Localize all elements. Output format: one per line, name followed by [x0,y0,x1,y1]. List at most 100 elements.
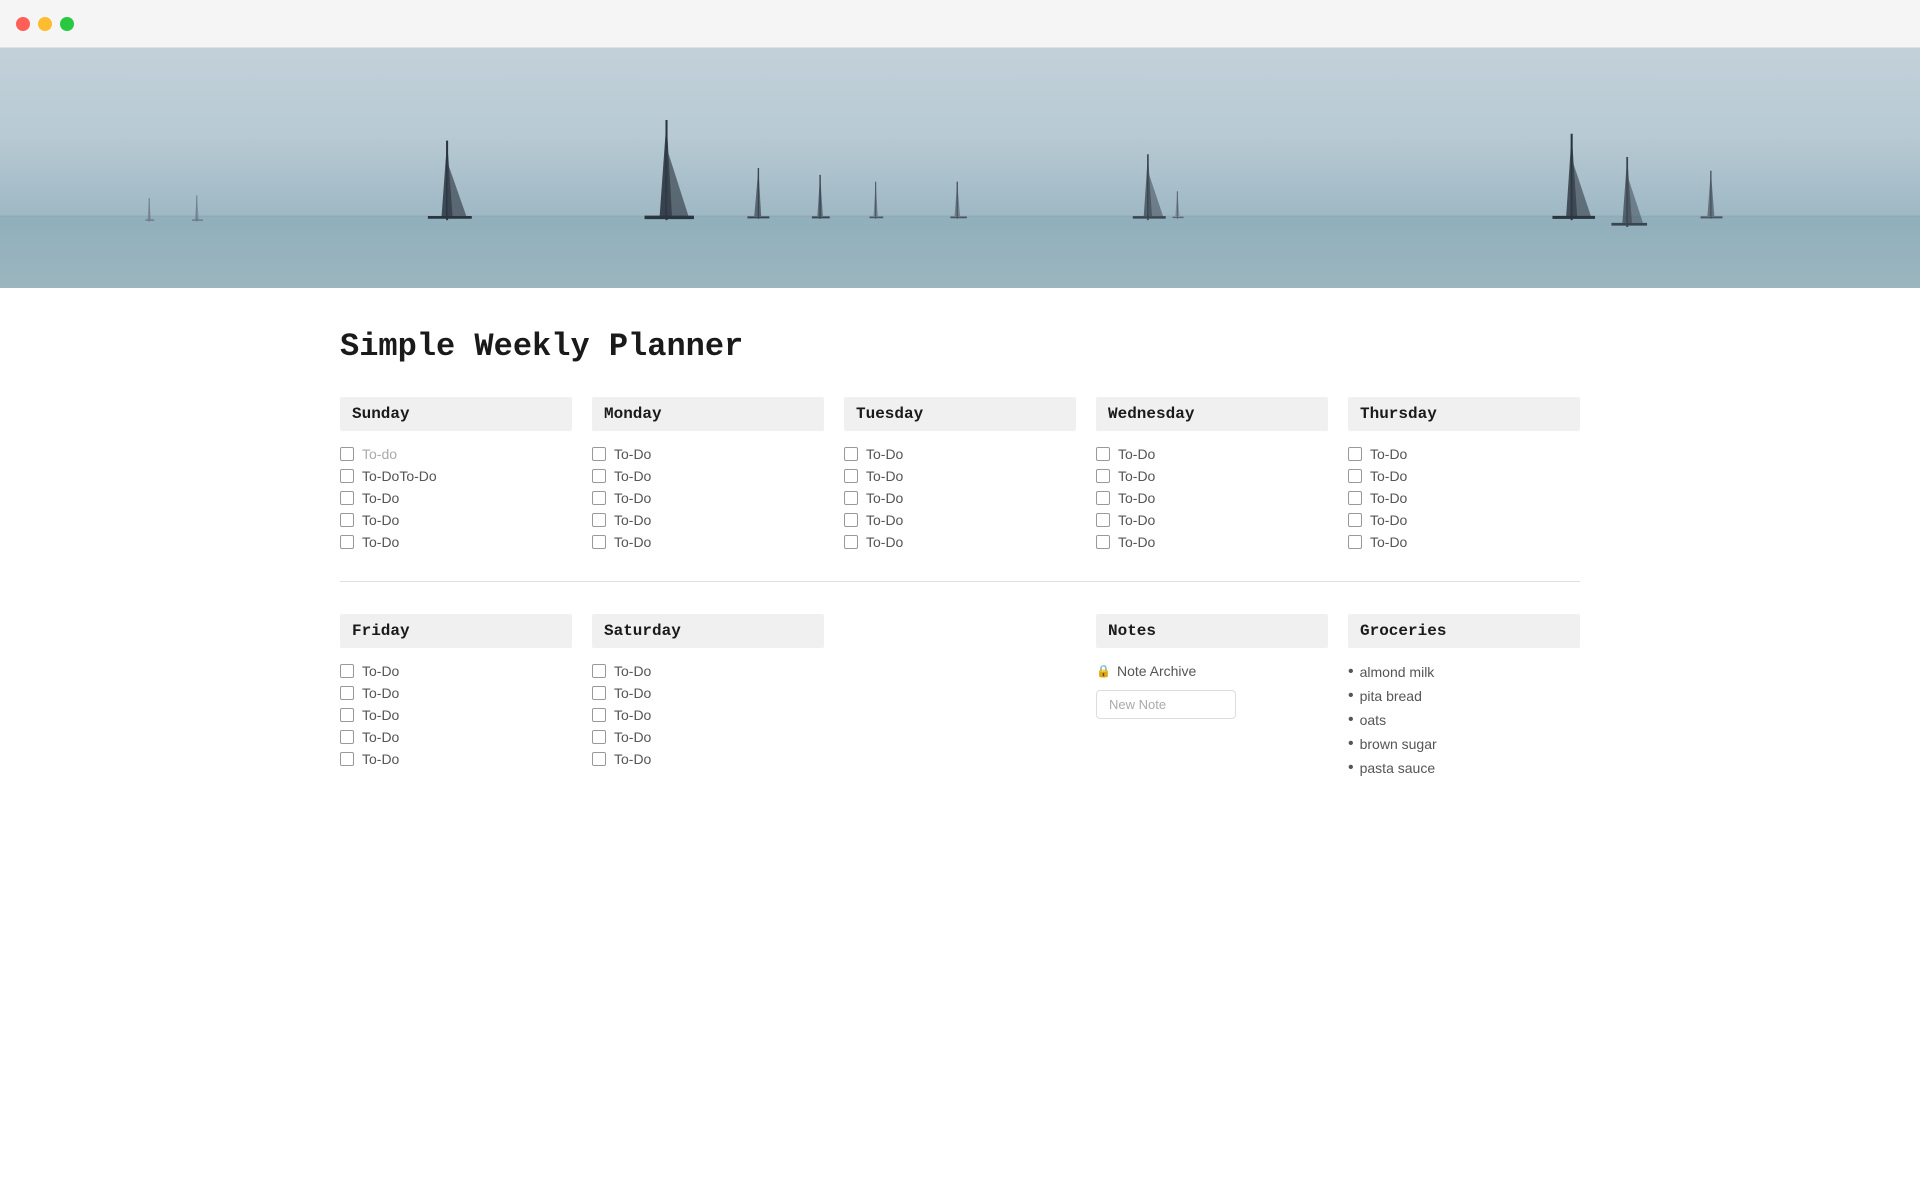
grocery-item: •pita bread [1348,684,1580,708]
todo-item[interactable]: To-Do [592,660,824,682]
checkbox-icon[interactable] [592,447,606,461]
todo-label: To-Do [1370,446,1407,462]
todo-item[interactable]: To-Do [592,704,824,726]
checkbox-icon[interactable] [1348,469,1362,483]
todo-item[interactable]: To-Do [1096,487,1328,509]
close-button[interactable] [16,17,30,31]
todo-label: To-Do [362,663,399,679]
day-column-wednesday: WednesdayTo-DoTo-DoTo-DoTo-DoTo-Do [1096,397,1328,553]
todo-item[interactable]: To-Do [1348,531,1580,553]
todo-item[interactable]: To-Do [340,487,572,509]
grocery-label: brown sugar [1360,736,1437,752]
checkbox-icon[interactable] [340,469,354,483]
checkbox-icon[interactable] [340,513,354,527]
todo-item[interactable]: To-Do [844,465,1076,487]
checkbox-icon[interactable] [340,730,354,744]
checkbox-icon[interactable] [340,686,354,700]
grocery-label: almond milk [1360,664,1435,680]
todo-item[interactable]: To-Do [592,726,824,748]
checkbox-icon[interactable] [340,535,354,549]
checkbox-icon[interactable] [592,752,606,766]
todo-item[interactable]: To-Do [1348,509,1580,531]
todo-item[interactable]: To-DoTo-Do [340,465,572,487]
day-header-friday: Friday [340,614,572,648]
empty-column [844,614,1076,780]
todo-item[interactable]: To-Do [844,487,1076,509]
checkbox-icon[interactable] [1096,491,1110,505]
todo-item[interactable]: To-Do [1096,531,1328,553]
checkbox-icon[interactable] [1348,535,1362,549]
checkbox-icon[interactable] [1096,469,1110,483]
checkbox-icon[interactable] [1096,535,1110,549]
todo-item[interactable]: To-Do [340,704,572,726]
todo-item[interactable]: To-Do [1096,509,1328,531]
day-header-thursday: Thursday [1348,397,1580,431]
checkbox-icon[interactable] [844,447,858,461]
maximize-button[interactable] [60,17,74,31]
todo-label: To-Do [1118,490,1155,506]
todo-item[interactable]: To-Do [340,509,572,531]
checkbox-icon[interactable] [340,491,354,505]
todo-item[interactable]: To-Do [340,660,572,682]
checkbox-icon[interactable] [1096,513,1110,527]
todo-item[interactable]: To-Do [592,748,824,770]
bullet-icon: • [1348,687,1354,705]
todo-label: To-Do [1118,468,1155,484]
todo-item[interactable]: To-Do [340,531,572,553]
checkbox-icon[interactable] [592,491,606,505]
todo-item[interactable]: To-Do [844,443,1076,465]
checkbox-icon[interactable] [340,752,354,766]
grocery-item: •almond milk [1348,660,1580,684]
checkbox-icon[interactable] [592,730,606,744]
checkbox-icon[interactable] [592,708,606,722]
todo-item[interactable]: To-Do [844,531,1076,553]
todo-item[interactable]: To-Do [592,487,824,509]
checkbox-icon[interactable] [844,513,858,527]
todo-item[interactable]: To-Do [844,509,1076,531]
todo-item[interactable]: To-Do [592,509,824,531]
todo-item[interactable]: To-Do [1348,465,1580,487]
todo-label: To-Do [1370,534,1407,550]
checkbox-icon[interactable] [340,708,354,722]
todo-item[interactable]: To-Do [340,682,572,704]
note-archive-item[interactable]: 🔒Note Archive [1096,660,1328,682]
todo-item[interactable]: To-Do [1096,465,1328,487]
checkbox-icon[interactable] [844,469,858,483]
todo-label: To-Do [362,490,399,506]
todo-label: To-Do [362,685,399,701]
minimize-button[interactable] [38,17,52,31]
checkbox-icon[interactable] [592,664,606,678]
todo-item[interactable]: To-Do [340,748,572,770]
todo-label: To-Do [362,707,399,723]
todo-item[interactable]: To-Do [1348,443,1580,465]
todo-item[interactable]: To-do [340,443,572,465]
checkbox-icon[interactable] [592,535,606,549]
todo-item[interactable]: To-Do [340,726,572,748]
todo-item[interactable]: To-Do [592,443,824,465]
checkbox-icon[interactable] [1348,447,1362,461]
todo-label: To-Do [362,751,399,767]
checkbox-icon[interactable] [592,513,606,527]
todo-label: To-Do [362,729,399,745]
checkbox-icon[interactable] [592,469,606,483]
todo-item[interactable]: To-Do [592,465,824,487]
checkbox-icon[interactable] [844,535,858,549]
todo-item[interactable]: To-Do [592,682,824,704]
day-column-sunday: SundayTo-doTo-DoTo-DoTo-DoTo-DoTo-Do [340,397,572,553]
todo-item[interactable]: To-Do [1096,443,1328,465]
checkbox-icon[interactable] [1348,513,1362,527]
new-note-button[interactable]: New Note [1096,690,1236,719]
titlebar [0,0,1920,48]
day-column-saturday: SaturdayTo-DoTo-DoTo-DoTo-DoTo-Do [592,614,824,780]
checkbox-icon[interactable] [340,664,354,678]
checkbox-icon[interactable] [1348,491,1362,505]
day-header-tuesday: Tuesday [844,397,1076,431]
checkbox-icon[interactable] [1096,447,1110,461]
checkbox-icon[interactable] [592,686,606,700]
todo-item[interactable]: To-Do [592,531,824,553]
todo-label: To-Do [866,490,903,506]
bullet-icon: • [1348,759,1354,777]
checkbox-icon[interactable] [844,491,858,505]
checkbox-icon[interactable] [340,447,354,461]
todo-item[interactable]: To-Do [1348,487,1580,509]
